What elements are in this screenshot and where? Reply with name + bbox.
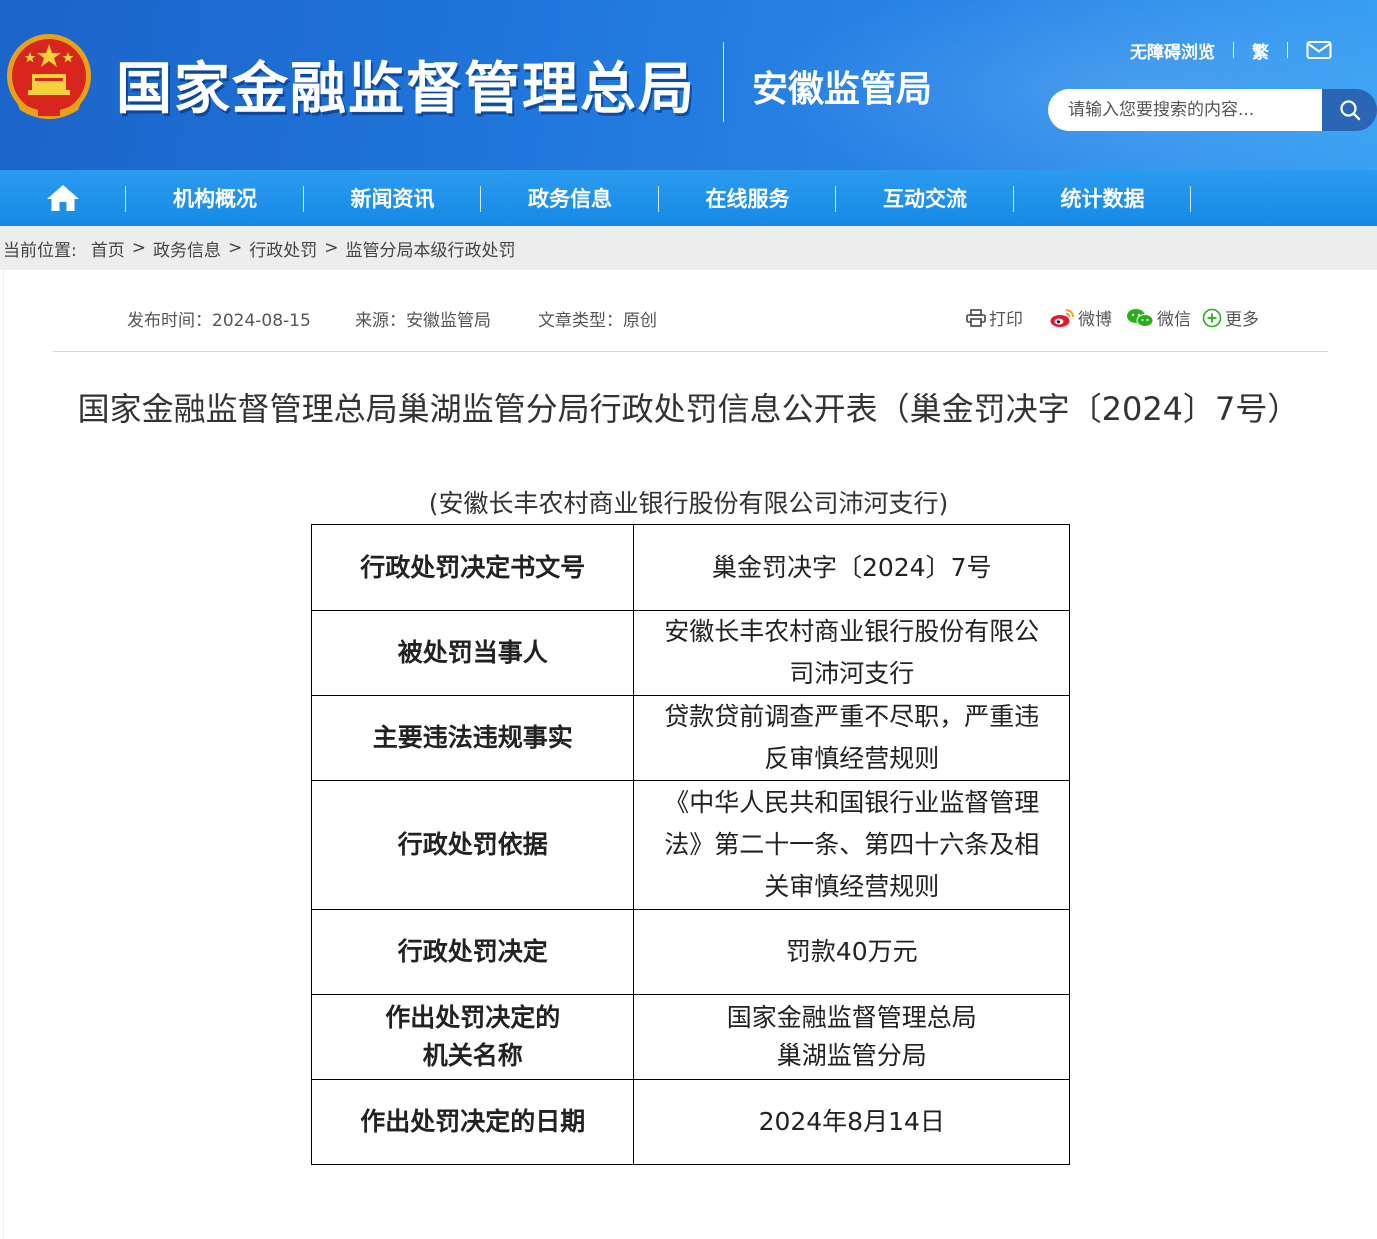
publish-time: 发布时间：2024-08-15 <box>127 311 311 331</box>
value-line: 《中华人民共和国银行业监督管理 <box>664 788 1040 817</box>
nav-divider <box>835 186 836 212</box>
site-header: 国家金融监督管理总局 安徽监管局 无障碍浏览 繁 <box>0 0 1377 170</box>
share-more[interactable]: 更多 <box>1202 305 1259 330</box>
value-line: 关审慎经营规则 <box>764 872 940 901</box>
article-type: 文章类型：原创 <box>538 311 657 331</box>
nav-item-org[interactable]: 机构概况 <box>126 170 304 226</box>
share-weibo[interactable]: 微博 <box>1049 305 1112 330</box>
table-row: 作出处罚决定的日期 2024年8月14日 <box>310 1079 1070 1165</box>
weibo-label: 微博 <box>1078 310 1112 330</box>
accessible-browse-link[interactable]: 无障碍浏览 <box>1130 38 1215 63</box>
more-label: 更多 <box>1225 310 1259 330</box>
print-label: 打印 <box>989 310 1023 330</box>
link-divider <box>1287 42 1288 58</box>
nav-item-online-service[interactable]: 在线服务 <box>659 170 836 226</box>
link-divider <box>1233 42 1234 58</box>
plus-circle-icon <box>1202 308 1222 327</box>
penalty-table: 行政处罚决定书文号 巢金罚决字〔2024〕7号 被处罚当事人 安徽长丰农村商业银… <box>310 524 1070 1165</box>
row-value: 2024年8月14日 <box>633 1079 1070 1165</box>
weibo-icon <box>1050 308 1074 327</box>
nav-item-news[interactable]: 新闻资讯 <box>304 170 481 226</box>
meta-divider <box>53 351 1328 352</box>
title-divider <box>723 42 724 122</box>
nav-divider <box>480 186 481 212</box>
breadcrumb-arrow: > <box>324 238 339 258</box>
traditional-chinese-link[interactable]: 繁 <box>1252 38 1269 63</box>
table-row: 行政处罚决定 罚款40万元 <box>310 909 1070 995</box>
row-value: 罚款40万元 <box>633 909 1070 995</box>
breadcrumb-penalty[interactable]: 行政处罚 <box>249 236 317 261</box>
value-line: 2024年8月14日 <box>758 1107 945 1136</box>
nav-home[interactable] <box>30 170 96 226</box>
value-line: 安徽长丰农村商业银行股份有限公 <box>664 617 1040 646</box>
wechat-label: 微信 <box>1157 310 1191 330</box>
article-subtitle: (安徽长丰农村商业银行股份有限公司沛河支行) <box>428 489 949 518</box>
table-row: 行政处罚依据 《中华人民共和国银行业监督管理 法》第二十一条、第四十六条及相 关审慎… <box>310 780 1070 910</box>
breadcrumb-current[interactable]: 监管分局本级行政处罚 <box>345 236 515 261</box>
search-button[interactable] <box>1322 89 1377 131</box>
row-value: 国家金融监督管理总局 巢湖监管分局 <box>633 994 1070 1080</box>
top-links: 无障碍浏览 繁 <box>1130 38 1332 63</box>
printer-icon <box>966 308 986 327</box>
value-line: 巢湖监管分局 <box>776 1041 927 1070</box>
breadcrumb-prefix: 当前位置: <box>3 240 77 261</box>
row-key: 作出处罚决定的日期 <box>310 1079 635 1165</box>
branch-title: 安徽监管局 <box>752 69 933 110</box>
value-line: 法》第二十一条、第四十六条及相 <box>664 830 1040 859</box>
nav-divider <box>1190 186 1191 212</box>
share-wechat[interactable]: 微信 <box>1126 305 1191 330</box>
nav-divider <box>658 186 659 212</box>
row-value: 巢金罚决字〔2024〕7号 <box>633 524 1070 611</box>
main-nav: 机构概况 新闻资讯 政务信息 在线服务 互动交流 统计数据 <box>0 170 1377 226</box>
row-key: 行政处罚决定 <box>310 909 635 995</box>
national-emblem-icon <box>7 34 91 119</box>
search-icon <box>1339 100 1360 121</box>
key-line: 作出处罚决定的 <box>385 1003 561 1032</box>
breadcrumb-arrow: > <box>227 238 243 258</box>
row-value: 《中华人民共和国银行业监督管理 法》第二十一条、第四十六条及相 关审慎经营规则 <box>633 780 1070 910</box>
key-line: 机关名称 <box>422 1041 523 1070</box>
nav-item-statistics[interactable]: 统计数据 <box>1014 170 1191 226</box>
value-line: 国家金融监督管理总局 <box>726 1003 977 1032</box>
value-line: 罚款40万元 <box>785 937 918 966</box>
nav-divider <box>1013 186 1014 212</box>
row-key: 作出处罚决定的 机关名称 <box>310 994 635 1080</box>
nav-divider <box>125 186 126 212</box>
row-key: 行政处罚依据 <box>310 780 635 910</box>
value-line: 反审慎经营规则 <box>764 744 940 773</box>
row-key: 主要违法违规事实 <box>310 695 635 781</box>
table-row: 行政处罚决定书文号 巢金罚决字〔2024〕7号 <box>310 524 1070 611</box>
article-title: 国家金融监督管理总局巢湖监管分局行政处罚信息公开表（巢金罚决字〔2024〕7号） <box>77 390 1300 428</box>
table-row: 主要违法违规事实 贷款贷前调查严重不尽职，严重违 反审慎经营规则 <box>310 695 1070 781</box>
row-value: 安徽长丰农村商业银行股份有限公 司沛河支行 <box>633 610 1070 696</box>
row-key: 被处罚当事人 <box>310 610 635 696</box>
search-box <box>1048 89 1322 131</box>
nav-item-interaction[interactable]: 互动交流 <box>836 170 1014 226</box>
search-input[interactable] <box>1048 89 1322 131</box>
breadcrumb-arrow: > <box>131 238 146 258</box>
table-row: 被处罚当事人 安徽长丰农村商业银行股份有限公 司沛河支行 <box>310 610 1070 696</box>
value-line: 巢金罚决字〔2024〕7号 <box>711 552 992 582</box>
breadcrumb-home[interactable]: 首页 <box>91 236 125 261</box>
print-button[interactable]: 打印 <box>966 305 1023 330</box>
home-icon <box>47 185 79 211</box>
breadcrumb-gov-info[interactable]: 政务信息 <box>153 236 221 261</box>
site-title: 国家金融监督管理总局 <box>116 57 696 122</box>
mail-icon[interactable] <box>1306 40 1332 60</box>
value-line: 贷款贷前调查严重不尽职，严重违 <box>664 702 1040 731</box>
table-row: 作出处罚决定的 机关名称 国家金融监督管理总局 巢湖监管分局 <box>310 994 1070 1080</box>
row-key: 行政处罚决定书文号 <box>310 524 635 611</box>
nav-item-gov-info[interactable]: 政务信息 <box>481 170 659 226</box>
wechat-icon <box>1127 308 1154 327</box>
row-value: 贷款贷前调查严重不尽职，严重违 反审慎经营规则 <box>633 695 1070 781</box>
article-source: 来源：安徽监管局 <box>355 311 491 331</box>
breadcrumb: 当前位置: 首页 > 政务信息 > 行政处罚 > 监管分局本级行政处罚 <box>0 226 1377 270</box>
value-line: 司沛河支行 <box>789 659 915 688</box>
nav-divider <box>303 186 304 212</box>
